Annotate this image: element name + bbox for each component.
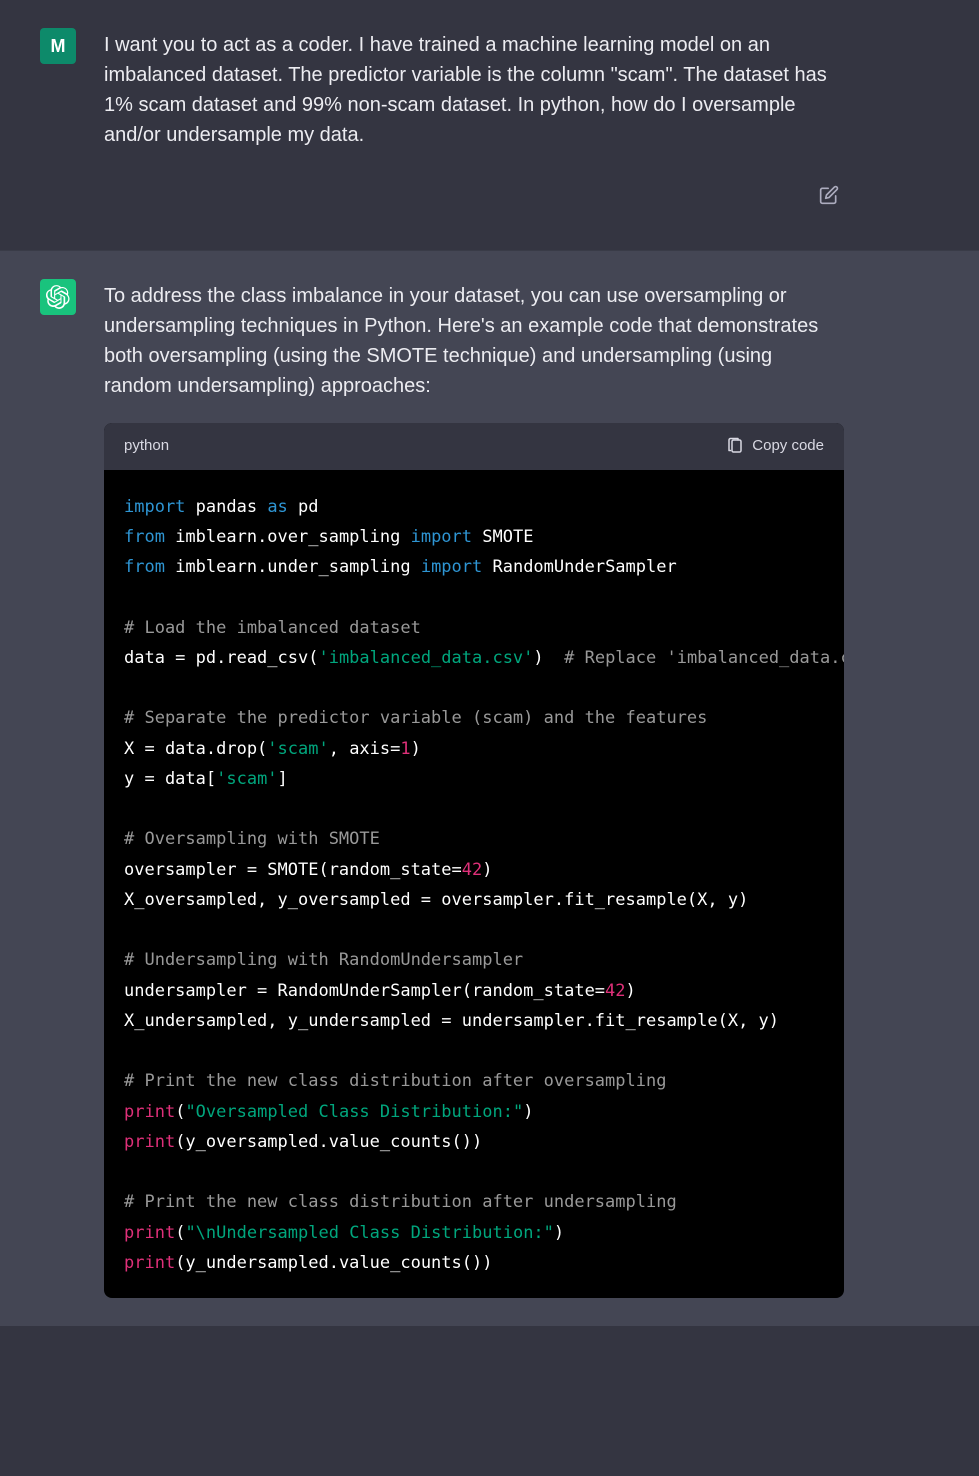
user-avatar: M (40, 28, 76, 64)
user-text: I want you to act as a coder. I have tra… (104, 28, 844, 150)
user-message: M I want you to act as a coder. I have t… (0, 0, 979, 250)
copy-code-label: Copy code (752, 435, 824, 458)
assistant-message: To address the class imbalance in your d… (0, 250, 979, 1326)
clipboard-icon (726, 437, 744, 455)
code-body[interactable]: import pandas as pd from imblearn.over_s… (104, 470, 844, 1299)
code-header: python Copy code (104, 423, 844, 470)
assistant-avatar (40, 279, 76, 315)
code-pre: import pandas as pd from imblearn.over_s… (124, 492, 824, 1279)
code-lang-label: python (124, 435, 169, 458)
openai-logo-icon (46, 285, 70, 309)
code-block: python Copy code import pandas as pd fro… (104, 423, 844, 1298)
assistant-text: To address the class imbalance in your d… (104, 279, 844, 401)
edit-button[interactable] (819, 185, 839, 210)
edit-icon (819, 185, 839, 205)
user-avatar-letter: M (51, 36, 66, 57)
copy-code-button[interactable]: Copy code (726, 435, 824, 458)
assistant-content: To address the class imbalance in your d… (104, 279, 844, 1298)
